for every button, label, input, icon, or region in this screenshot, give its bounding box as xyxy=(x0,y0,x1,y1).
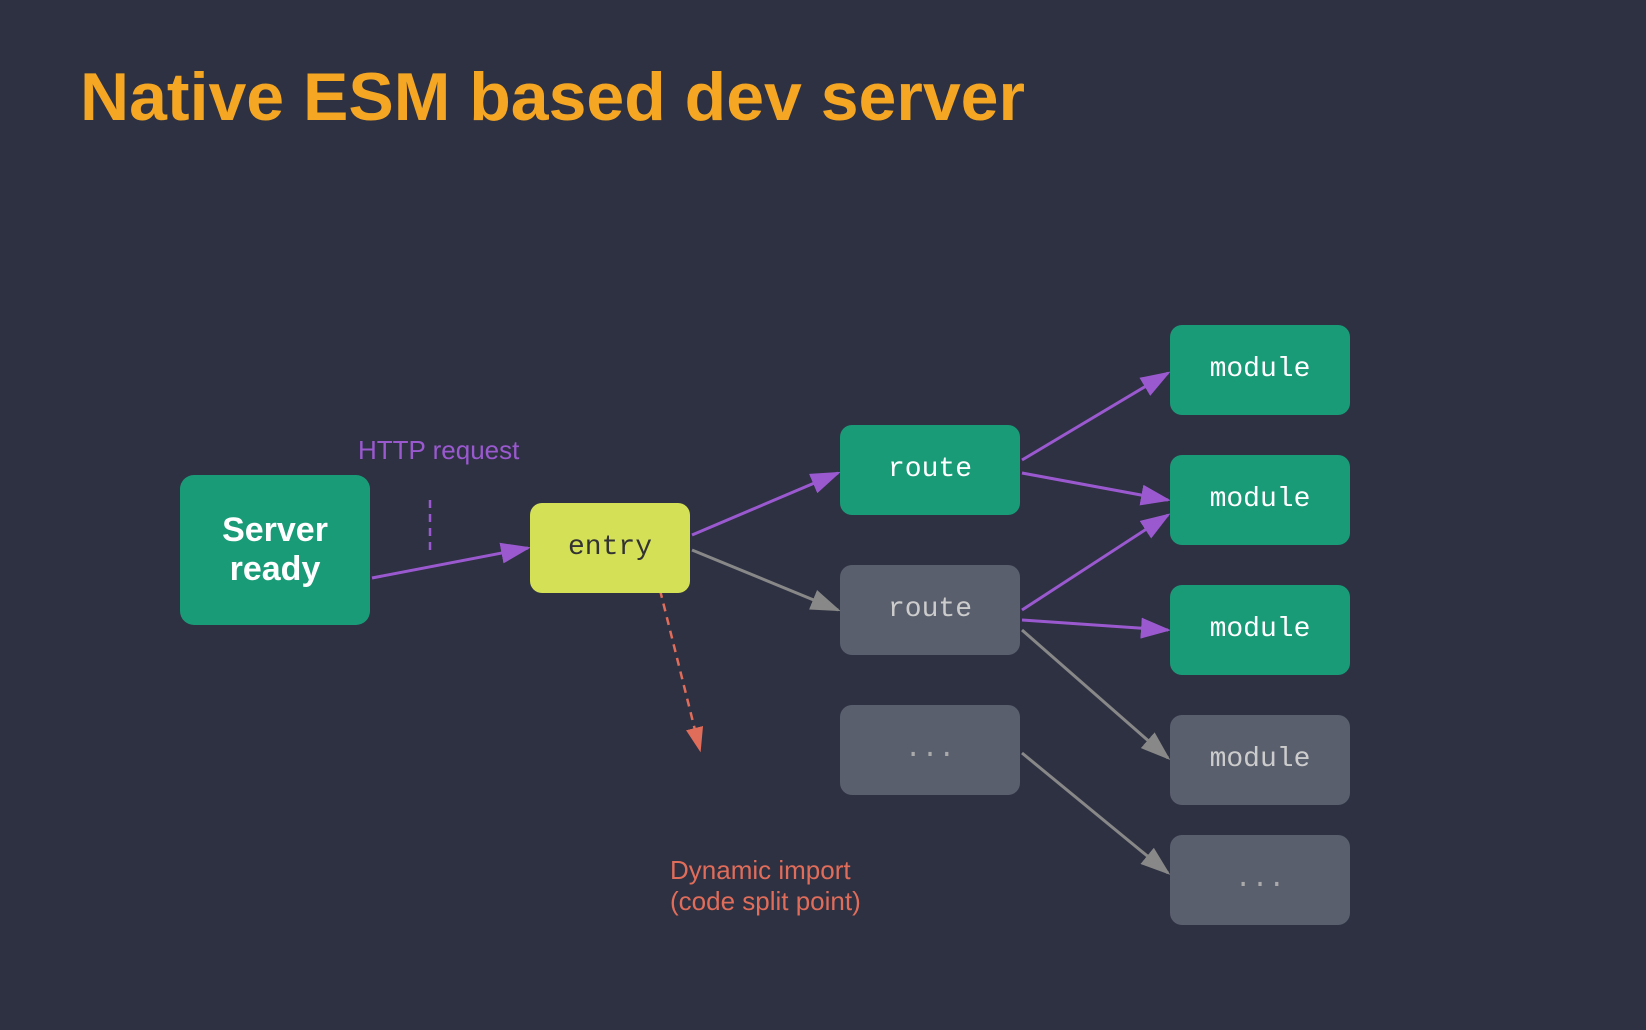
entry-node: entry xyxy=(530,503,690,593)
page-title: Native ESM based dev server xyxy=(80,60,1566,135)
diagram: HTTP request Server ready entry route ro… xyxy=(80,195,1566,945)
route2-node: route xyxy=(840,565,1020,655)
module3-node: module xyxy=(1170,585,1350,675)
slide: Native ESM based dev server xyxy=(0,0,1646,1030)
dynamic-import-label: Dynamic import (code split point) xyxy=(670,855,861,917)
module4-node: module xyxy=(1170,715,1350,805)
module1-node: module xyxy=(1170,325,1350,415)
dots1-node: ... xyxy=(840,705,1020,795)
dots2-node: ... xyxy=(1170,835,1350,925)
route1-node: route xyxy=(840,425,1020,515)
server-ready-node: Server ready xyxy=(180,475,370,625)
http-request-label: HTTP request xyxy=(358,435,519,466)
module2-node: module xyxy=(1170,455,1350,545)
